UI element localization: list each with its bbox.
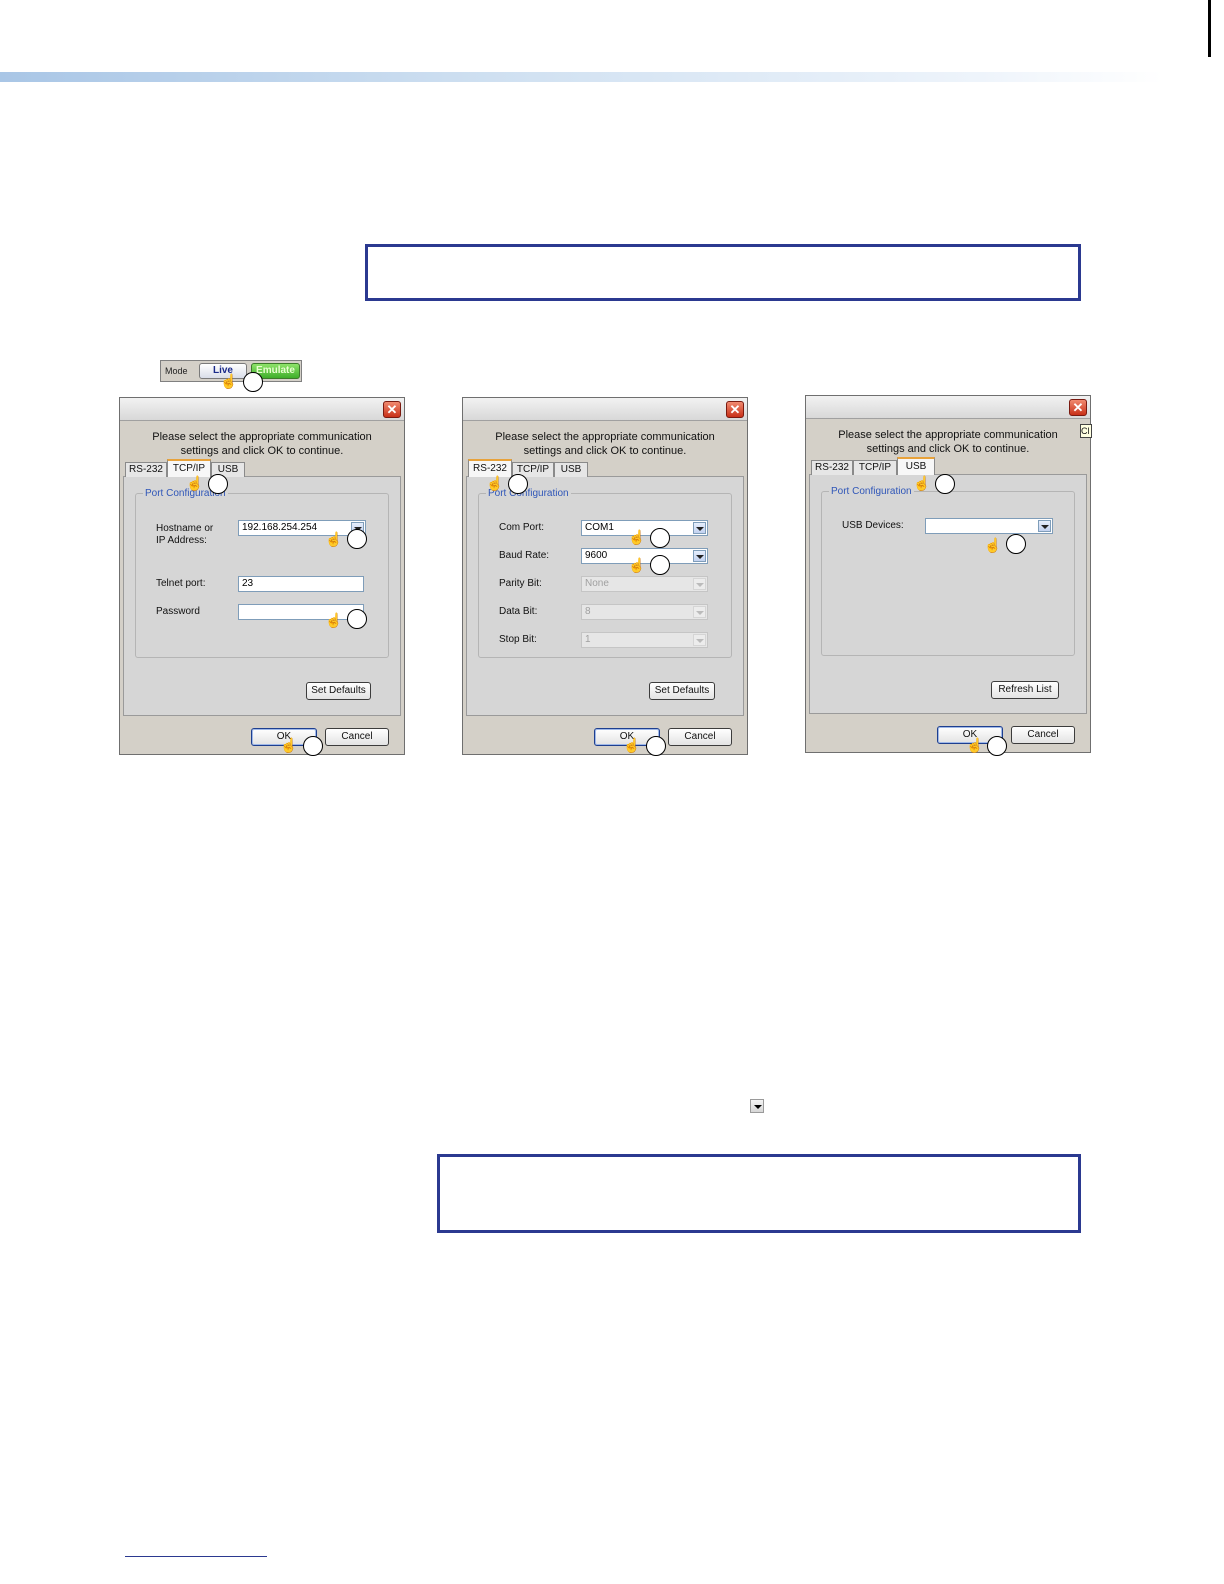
close-icon[interactable]: ✕ bbox=[726, 401, 744, 418]
pointer-hand-icon: ☝ bbox=[913, 475, 931, 491]
tab-tcpip[interactable]: TCP/IP bbox=[853, 460, 897, 475]
set-defaults-button[interactable]: Set Defaults bbox=[649, 682, 715, 700]
port-configuration-group bbox=[821, 491, 1075, 656]
tab-usb[interactable]: USB bbox=[554, 462, 588, 477]
page-edge-mark bbox=[1208, 0, 1211, 57]
stop-bit-label: Stop Bit: bbox=[499, 634, 537, 645]
pointer-hand-icon: ☝ bbox=[628, 557, 646, 573]
dialog-prompt: Please select the appropriate communicat… bbox=[838, 429, 1058, 455]
callout-circle bbox=[646, 736, 666, 756]
usb-devices-label: USB Devices: bbox=[842, 520, 904, 531]
refresh-list-button[interactable]: Refresh List bbox=[991, 681, 1059, 699]
password-input[interactable] bbox=[238, 604, 364, 620]
hostname-input[interactable]: 192.168.254.254 bbox=[238, 520, 366, 536]
callout-circle bbox=[1006, 534, 1026, 554]
pointer-hand-icon: ☝ bbox=[486, 475, 504, 491]
dialog-prompt: Please select the appropriate communicat… bbox=[152, 431, 372, 457]
callout-circle bbox=[987, 736, 1007, 756]
com-port-label: Com Port: bbox=[499, 522, 545, 533]
hostname-label: Hostname or IP Address: bbox=[156, 523, 214, 546]
tab-rs232[interactable]: RS-232 bbox=[125, 462, 167, 477]
footer-rule bbox=[125, 1556, 267, 1557]
set-defaults-button[interactable]: Set Defaults bbox=[306, 682, 371, 700]
callout-circle bbox=[208, 474, 228, 494]
data-bit-label: Data Bit: bbox=[499, 606, 538, 617]
callout-circle bbox=[650, 528, 670, 548]
cancel-button[interactable]: Cancel bbox=[668, 728, 732, 746]
chevron-down-icon[interactable] bbox=[1038, 520, 1051, 532]
callout-circle bbox=[347, 609, 367, 629]
callout-circle bbox=[650, 555, 670, 575]
chevron-down-icon bbox=[693, 634, 706, 646]
cancel-button[interactable]: Cancel bbox=[1011, 726, 1075, 744]
chevron-down-icon bbox=[750, 1099, 764, 1113]
callout-circle bbox=[935, 474, 955, 494]
mode-label: Mode bbox=[165, 366, 188, 376]
parity-bit-select: None bbox=[581, 576, 708, 592]
baud-rate-label: Baud Rate: bbox=[499, 550, 550, 561]
callout-circle bbox=[347, 529, 367, 549]
parity-bit-label: Parity Bit: bbox=[499, 578, 542, 589]
close-icon[interactable]: ✕ bbox=[1069, 399, 1087, 416]
pointer-hand-icon: ☝ bbox=[280, 737, 298, 753]
pointer-hand-icon: ☝ bbox=[220, 373, 238, 389]
tcpip-dialog: ✕ Please select the appropriate communic… bbox=[119, 397, 405, 756]
tab-usb[interactable]: USB bbox=[897, 457, 935, 475]
callout-circle bbox=[303, 736, 323, 756]
stop-bit-select: 1 bbox=[581, 632, 708, 648]
password-label: Password bbox=[156, 606, 200, 617]
cancel-button[interactable]: Cancel bbox=[325, 728, 389, 746]
note-box-bottom bbox=[437, 1154, 1081, 1233]
dialog-title-bar bbox=[806, 396, 1090, 419]
callout-circle bbox=[508, 474, 528, 494]
close-icon[interactable]: ✕ bbox=[383, 401, 401, 418]
pointer-hand-icon: ☝ bbox=[325, 531, 343, 547]
usb-devices-select[interactable] bbox=[925, 518, 1053, 534]
note-box-top bbox=[365, 244, 1081, 301]
pointer-hand-icon: ☝ bbox=[984, 537, 1002, 553]
pointer-hand-icon: ☝ bbox=[186, 475, 204, 491]
pointer-hand-icon: ☝ bbox=[623, 737, 641, 753]
chevron-down-icon[interactable] bbox=[693, 522, 706, 534]
pointer-hand-icon: ☝ bbox=[966, 737, 984, 753]
dialog-title-bar bbox=[120, 398, 404, 421]
rs232-dialog: ✕ Please select the appropriate communic… bbox=[462, 397, 748, 756]
callout-circle bbox=[243, 372, 263, 392]
dialog-prompt: Please select the appropriate communicat… bbox=[495, 431, 715, 457]
pointer-hand-icon: ☝ bbox=[628, 529, 646, 545]
chevron-down-icon bbox=[693, 578, 706, 590]
usb-dialog: ✕ Cl Please select the appropriate commu… bbox=[805, 395, 1092, 756]
tab-rs232[interactable]: RS-232 bbox=[811, 460, 853, 475]
data-bit-select: 8 bbox=[581, 604, 708, 620]
telnet-port-input[interactable]: 23 bbox=[238, 576, 364, 592]
header-gradient-bar bbox=[0, 72, 1224, 82]
dialog-title-bar bbox=[463, 398, 747, 421]
pointer-hand-icon: ☝ bbox=[325, 612, 343, 628]
chevron-down-icon bbox=[693, 606, 706, 618]
telnet-port-label: Telnet port: bbox=[156, 578, 206, 589]
group-title: Port Configuration bbox=[829, 486, 914, 497]
chevron-down-icon[interactable] bbox=[693, 550, 706, 562]
